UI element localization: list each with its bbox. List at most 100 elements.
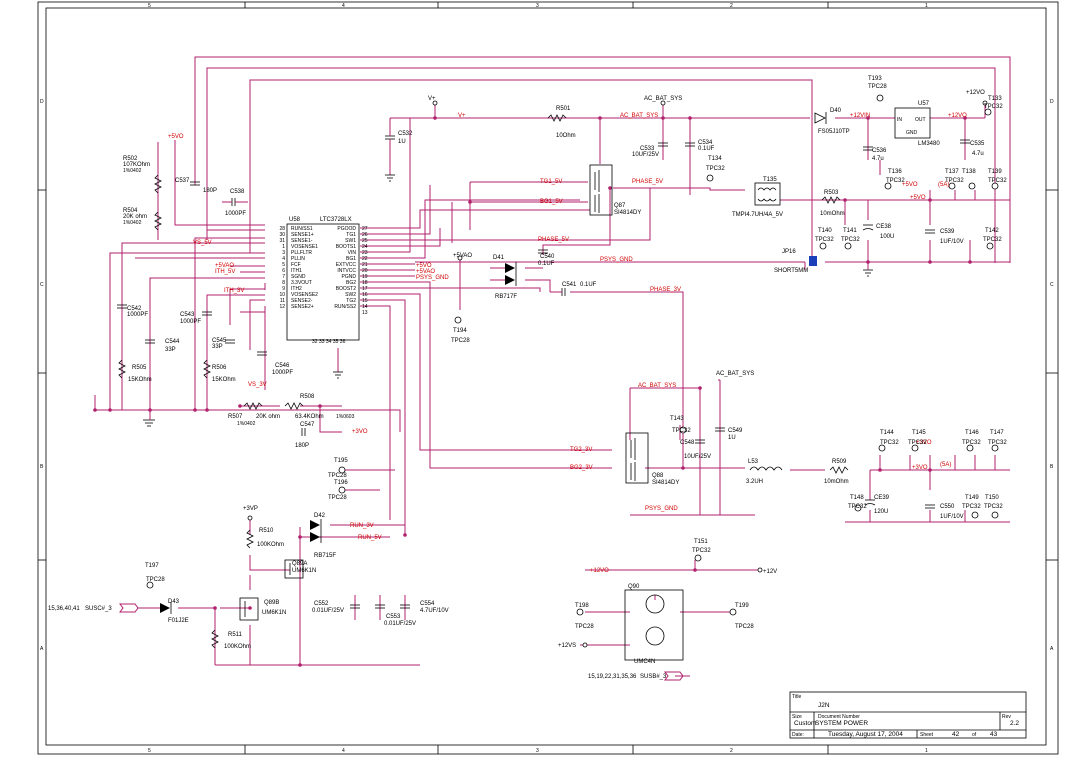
t194-ref: T194 [453,328,467,334]
ground-symbol [863,262,873,277]
c536-ref: C536 [872,148,887,154]
t199-val: TPC28 [735,624,754,630]
jp16-val: SHORT5MM [774,268,808,274]
c550-ref: C550 [940,504,955,510]
c553-val: 0.01UF/25V [384,621,416,627]
r511-val: 100KOhm [224,644,251,650]
col-label: 3 [536,3,539,9]
l53-ref: L53 [748,459,759,465]
net-run5v: RUN_5V [358,535,382,541]
q89a-ref: Q89A [292,561,307,567]
net-12vo-bottom: +12VO [590,568,609,574]
capacitor-c539 [925,229,935,234]
capacitor-c541 [550,288,566,296]
d42-val: RB715F [314,553,336,559]
r507-tol: 1%0402 [237,421,256,427]
ground-symbol [333,371,343,379]
t134-ref: T134 [708,156,722,162]
t137-val: TPC32 [945,178,964,184]
t193-ref: T193 [868,76,882,82]
t150-ref: T150 [985,495,999,501]
c543-ref: C543 [180,312,195,318]
q90-val: UMC4N [634,659,655,665]
d41-val: RB717F [495,294,517,300]
d43-ref: D43 [168,599,180,605]
u58-pin-name: SENSE2+ [291,304,314,310]
q88-ref: Q88 [652,473,664,479]
net-3vp: +3VP [243,506,258,512]
r503-val: 10mOhm [820,211,845,217]
u58-ref: U58 [289,217,301,223]
r510-val: 100KOhm [257,542,284,548]
col-label: 1 [925,748,928,754]
c542-val: 1000PF [127,312,148,318]
power-pins [247,100,988,648]
t134-val: TPC32 [706,166,725,172]
c540-val: 0.1UF [538,261,555,267]
ic-u58: U58 LTC3728LX 28 RUN/SS130 SENSE1+31 SENSE1… [279,217,367,345]
t133-ref: T133 [988,96,1002,102]
q88-val: SI4814DY [652,480,679,486]
r502-tol: 1%0402 [123,168,142,174]
capacitor-ce38 [862,224,874,231]
col-label: 5 [148,748,151,754]
r507-val: 20K ohm [256,414,280,420]
t148-val: TPC32 [848,504,867,510]
row-label: A [1050,646,1054,652]
c549-val: 1U [728,435,736,441]
net-psysgnd-ic: PSYS_GND [416,275,449,281]
d41-ref: D41 [493,255,505,261]
total-sheets: 43 [990,731,998,738]
t147-ref: T147 [990,430,1004,436]
capacitor-c532 [385,118,395,175]
t139-ref: T139 [988,169,1002,175]
u58-pin-number: 13 [362,310,368,316]
ground-symbol [143,410,155,427]
capacitor-c550 [925,504,935,509]
net-5vao-top: +5VAO [453,253,472,259]
c552-ref: C552 [314,601,329,607]
net-12vo-line: +12VO [948,113,967,119]
title-value: J2N [818,702,830,709]
r506-ref: R506 [212,365,227,371]
row-label: B [1050,464,1054,470]
l53-val: 3.2UH [746,479,763,485]
t141-val: TPC32 [841,237,860,243]
c548-ref: C548 [680,440,695,446]
junctions [93,116,972,667]
u57-in: IN [897,117,902,123]
transformer-t135 [754,182,781,206]
net-bg1: BG1_5V [540,199,563,205]
net-acbat-top: AC_BAT_SYS [644,96,682,102]
u57-gnd: GND [906,130,918,136]
net-tg2: TG2_3V [570,447,592,453]
c546-val: 1000PF [272,370,293,376]
r509-val: 10mOhm [824,479,849,485]
t142-ref: T142 [985,228,999,234]
net-vs3v: VS_3V [248,382,267,388]
t195-ref: T195 [334,458,348,464]
date-label: Date: [792,732,804,738]
c537-val: 180P [203,188,217,194]
t135-ref: T135 [763,177,777,183]
c543-val: 1000PF [180,319,201,325]
c547-val: 180P [295,443,309,449]
t146-val: TPC32 [962,440,981,446]
t140-val: TPC32 [815,237,834,243]
transistor-q90 [624,589,684,661]
c544-val: 33P [165,347,176,353]
resistor-r509 [829,466,849,474]
q89a-val: UM6K1N [292,568,316,574]
net-ith3v: ITH_3V [224,288,244,294]
t193-val: TPC28 [868,84,887,90]
diode-d40 [814,112,827,124]
net-susc-refs: 15,36,40,41 [48,606,80,612]
jumper-jp16 [809,256,817,266]
c538-val: 1000PF [225,211,246,217]
t197-ref: T197 [145,563,159,569]
c552-val: 0.01UF/25V [312,608,344,614]
r508-ref: R508 [300,394,315,400]
net-acbat-3v-top: AC_BAT_SYS [716,371,754,377]
net-12vo-top: +12VO [966,90,985,96]
r501-val: 10Ohm [556,133,576,139]
